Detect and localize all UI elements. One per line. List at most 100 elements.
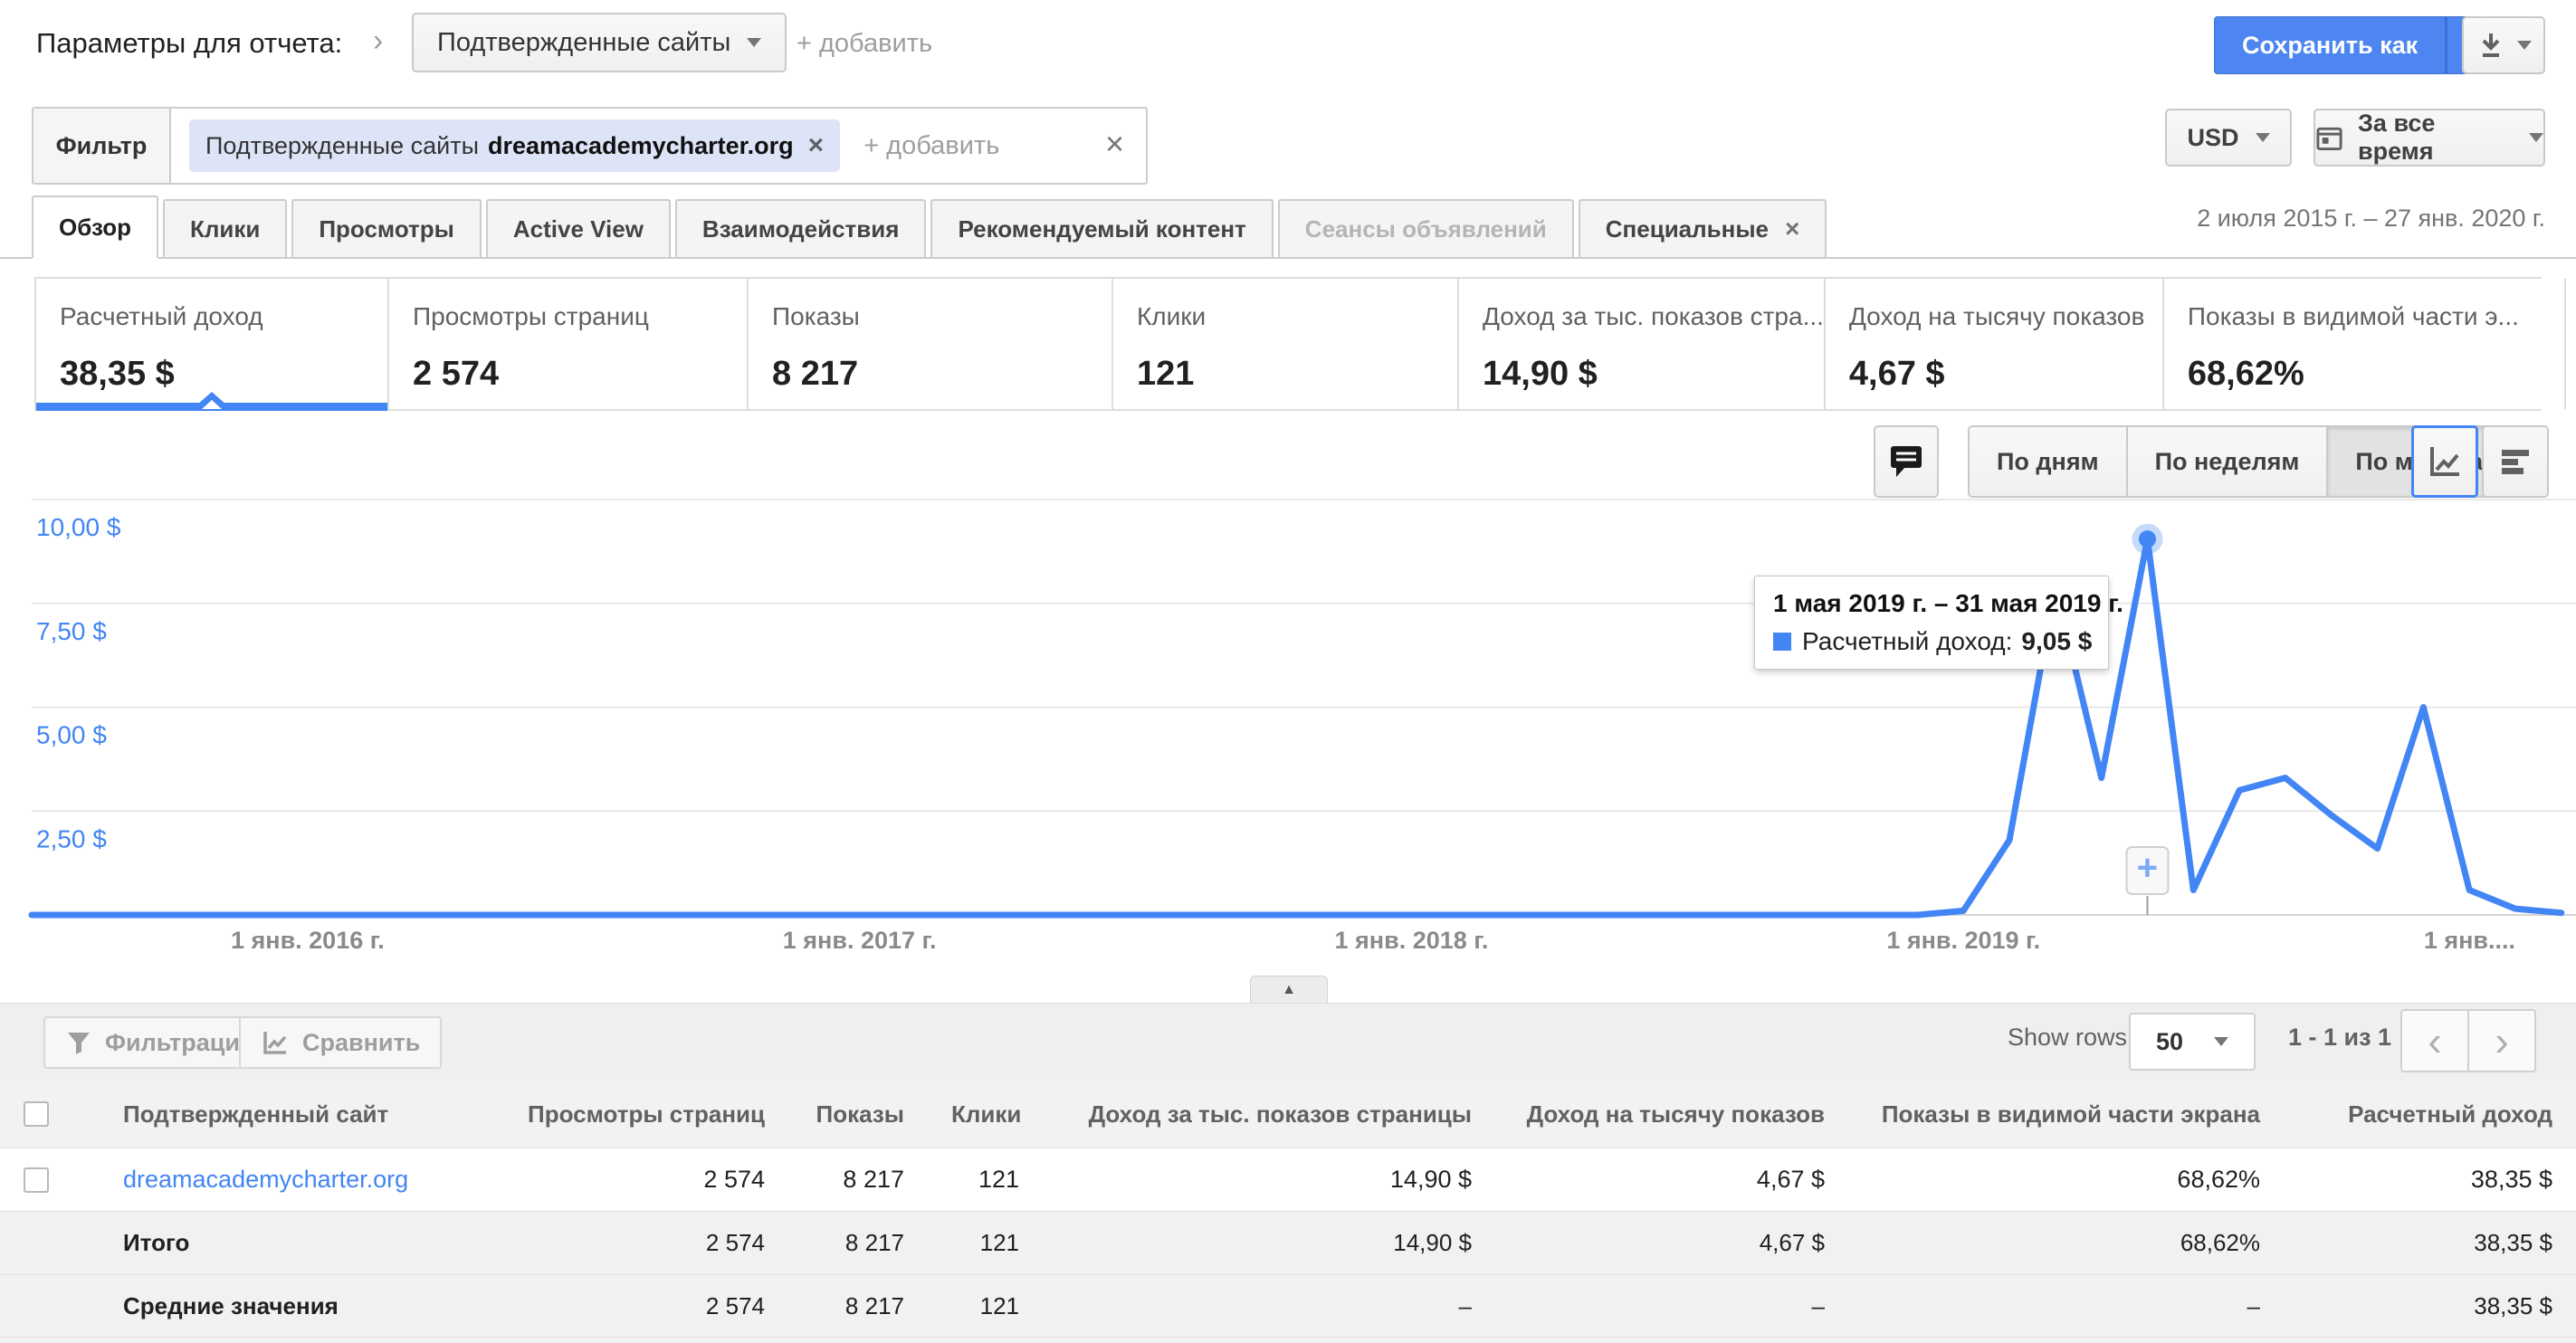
save-as-split-button: Сохранить как (2214, 16, 2499, 74)
tab-label: Клики (190, 215, 260, 243)
data-cell: 4,67 $ (1495, 1148, 1848, 1212)
row-checkbox[interactable] (24, 1167, 49, 1193)
table-header-row: Подтвержденный сайтПросмотры страницПока… (0, 1081, 2576, 1148)
averages-label: Средние значения (123, 1292, 339, 1319)
tab-3[interactable]: Active View (486, 199, 671, 257)
tab-7[interactable]: Специальные × (1579, 199, 1827, 257)
data-cell: 68,62% (1848, 1148, 2284, 1212)
column-header-0[interactable]: Подтвержденный сайт (100, 1081, 501, 1148)
table-compare-button[interactable]: Сравнить (239, 1016, 442, 1069)
line-chart-view-button[interactable] (2411, 425, 2478, 498)
metric-card-0[interactable]: Расчетный доход38,35 $ (36, 279, 389, 409)
chevron-down-icon (2256, 133, 2270, 142)
tab-1[interactable]: Клики (163, 199, 287, 257)
tab-6: Сеансы объявлений (1278, 199, 1574, 257)
metric-card-4[interactable]: Доход за тыс. показов стра...14,90 $ (1459, 279, 1826, 409)
add-filter-button[interactable]: + добавить (863, 131, 999, 161)
remove-chip-icon[interactable]: × (808, 130, 825, 161)
active-card-notch-inner (202, 400, 222, 409)
chart-area: 2,50 $5,00 $7,50 $10,00 $1 янв. 2016 г.1… (0, 489, 2576, 968)
annotations-button[interactable] (1874, 425, 1939, 498)
rows-per-page-dropdown[interactable]: 50 (2129, 1013, 2256, 1071)
line-chart-icon (2426, 443, 2464, 481)
data-cell: 8 217 (788, 1148, 928, 1212)
chevron-down-icon (2517, 41, 2532, 50)
column-header-2[interactable]: Показы (788, 1081, 928, 1148)
adsense-report-page: Параметры для отчета: › Подтвержденные с… (0, 0, 2576, 1343)
column-header-3[interactable]: Клики (928, 1081, 1043, 1148)
metric-card-2[interactable]: Показы8 217 (749, 279, 1113, 409)
totals-cell: 14,90 $ (1043, 1212, 1495, 1275)
averages-cell: 38,35 $ (2284, 1275, 2576, 1338)
averages-cell: – (1043, 1275, 1495, 1338)
table-row: dreamacademycharter.org 2 5748 21712114,9… (0, 1148, 2576, 1212)
data-cell: 14,90 $ (1043, 1148, 1495, 1212)
totals-cell: 38,35 $ (2284, 1212, 2576, 1275)
select-all-checkbox[interactable] (24, 1101, 49, 1127)
totals-row: Итого2 5748 21712114,90 $4,67 $68,62%38,… (0, 1212, 2576, 1275)
data-cell: 121 (928, 1148, 1043, 1212)
compare-chart-icon (261, 1028, 290, 1057)
metric-card-value: 4,67 $ (1849, 355, 2162, 394)
tab-0[interactable]: Обзор (32, 195, 158, 259)
column-header-6[interactable]: Показы в видимой части экрана (1848, 1081, 2284, 1148)
totals-cell: 4,67 $ (1495, 1212, 1848, 1275)
tab-label: Взаимодействия (702, 215, 900, 243)
report-type-dropdown[interactable]: Подтвержденные сайты (412, 13, 787, 72)
close-tab-icon[interactable]: × (1785, 214, 1799, 243)
y-axis-tick-label: 2,50 $ (36, 824, 107, 852)
filter-label: Фильтр (33, 109, 171, 183)
download-button[interactable] (2462, 16, 2545, 74)
site-link[interactable]: dreamacademycharter.org (123, 1166, 408, 1193)
averages-cell: – (1848, 1275, 2284, 1338)
granularity-0[interactable]: По дням (1968, 425, 2127, 498)
column-header-1[interactable]: Просмотры страниц (501, 1081, 788, 1148)
column-header-5[interactable]: Доход на тысячу показов (1495, 1081, 1848, 1148)
metric-card-1[interactable]: Просмотры страниц2 574 (389, 279, 749, 409)
filter-body[interactable]: Подтвержденные сайты dreamacademycharter… (171, 109, 1146, 183)
averages-cell: 121 (928, 1275, 1043, 1338)
x-axis-tick-label: 1 янв. 2019 г. (1886, 927, 2040, 954)
metric-card-5[interactable]: Доход на тысячу показов 4,67 $ (1826, 279, 2164, 409)
collapse-chart-button[interactable]: ▲ (1250, 976, 1328, 1004)
currency-label: USD (2187, 124, 2238, 152)
metric-card-label: Доход на тысячу показов (1849, 302, 2162, 331)
revenue-line-chart[interactable]: 2,50 $5,00 $7,50 $10,00 $1 янв. 2016 г.1… (0, 489, 2576, 968)
date-range-dropdown[interactable]: За все время (2314, 109, 2545, 167)
column-header-7[interactable]: Расчетный доход (2284, 1081, 2576, 1148)
funnel-icon (65, 1029, 92, 1056)
tab-label: Специальные (1606, 215, 1769, 243)
tab-label: Сеансы объявлений (1305, 215, 1547, 243)
currency-dropdown[interactable]: USD (2165, 109, 2292, 167)
tab-4[interactable]: Взаимодействия (675, 199, 927, 257)
previous-page-button[interactable]: ‹ (2400, 1009, 2468, 1072)
totals-checkbox-spacer (0, 1212, 100, 1275)
filter-bar: Фильтр Подтвержденные сайты dreamacademy… (32, 107, 1148, 185)
totals-cell: 8 217 (788, 1212, 928, 1275)
report-table: Подтвержденный сайтПросмотры страницПока… (0, 1081, 2576, 1338)
chevron-down-icon (2214, 1037, 2228, 1046)
averages-label-cell: Средние значения (100, 1275, 501, 1338)
metric-card-label: Просмотры страниц (413, 302, 747, 331)
tab-label: Рекомендуемый контент (958, 215, 1245, 243)
highlighted-data-point[interactable] (2139, 530, 2156, 548)
totals-cell: 121 (928, 1212, 1043, 1275)
tab-label: Active View (513, 215, 644, 243)
averages-checkbox-spacer (0, 1275, 100, 1338)
x-axis-tick-label: 1 янв. 2016 г. (231, 927, 385, 954)
metric-card-3[interactable]: Клики121 (1113, 279, 1459, 409)
column-header-4[interactable]: Доход за тыс. показов страницы (1043, 1081, 1495, 1148)
tab-2[interactable]: Просмотры (291, 199, 482, 257)
top-bar: Параметры для отчета: › Подтвержденные с… (0, 0, 2576, 101)
metric-card-value: 8 217 (772, 355, 1111, 394)
bar-chart-view-button[interactable] (2482, 425, 2549, 498)
clear-filters-icon[interactable]: × (1105, 125, 1124, 163)
metric-card-6[interactable]: Показы в видимой части э...68,62% (2164, 279, 2566, 409)
add-report-parameter-button[interactable]: + добавить (797, 29, 932, 59)
save-as-button[interactable]: Сохранить как (2214, 16, 2446, 74)
next-page-button[interactable]: › (2468, 1009, 2536, 1072)
tab-5[interactable]: Рекомендуемый контент (930, 199, 1273, 257)
granularity-1[interactable]: По неделям (2127, 425, 2328, 498)
filter-chip[interactable]: Подтвержденные сайты dreamacademycharter… (189, 119, 840, 172)
data-cell: 2 574 (501, 1148, 788, 1212)
